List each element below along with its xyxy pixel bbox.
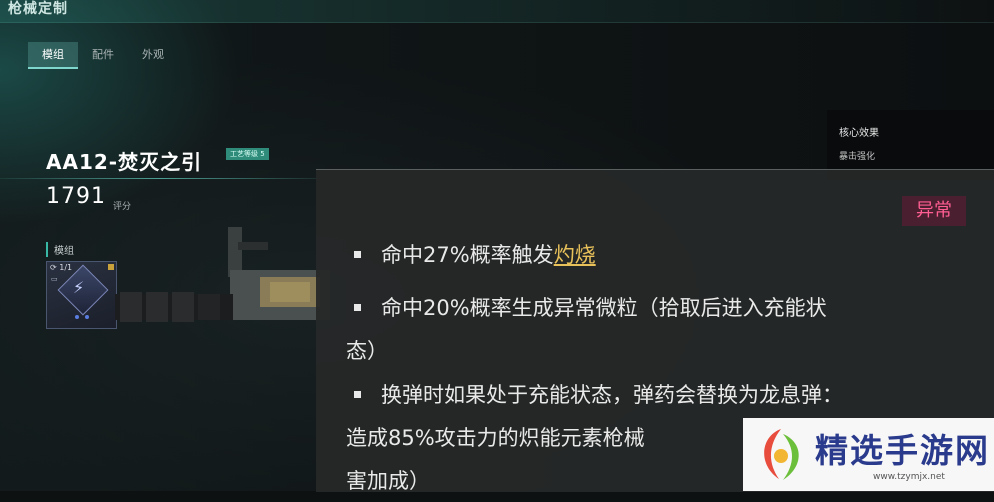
weapon-score: 1791 xyxy=(46,184,106,209)
effect-text: 命中20%概率生成异常微粒（拾取后进入充能状 xyxy=(381,296,827,320)
tab-bar: 模组 配件 外观 xyxy=(28,42,178,69)
watermark: 精选手游网 www.tzymjx.net xyxy=(743,418,994,491)
mod-count-value: 1/1 xyxy=(59,263,73,272)
bullet-icon xyxy=(354,251,361,258)
effect-text: 命中27%概率触发 xyxy=(381,243,554,267)
watermark-url: www.tzymjx.net xyxy=(873,472,945,482)
mod-slot-card[interactable]: ⟳ 1/1 ▭ ⚡ xyxy=(46,261,117,329)
anomaly-tag: 异常 xyxy=(902,196,966,226)
craft-level-badge: 工艺等级 5 xyxy=(226,148,269,160)
divider xyxy=(0,178,320,179)
bullet-icon xyxy=(354,391,361,398)
burn-keyword[interactable]: 灼烧 xyxy=(554,243,596,267)
tab-appearance[interactable]: 外观 xyxy=(128,42,178,67)
lightning-figure-icon: ⚡ xyxy=(73,278,85,297)
tab-mods[interactable]: 模组 xyxy=(28,42,78,69)
effect-line: 命中20%概率生成异常微粒（拾取后进入充能状 xyxy=(346,287,827,329)
mod-section-label: 模组 xyxy=(46,242,74,257)
effect-line: 换弹时如果处于充能状态，弹药会替换为龙息弹： xyxy=(346,374,843,416)
core-effect-title: 核心效果 xyxy=(839,128,879,139)
score-label: 评分 xyxy=(113,202,132,212)
watermark-text: 精选手游网 xyxy=(815,431,990,470)
effect-text: 换弹时如果处于充能状态，弹药会替换为龙息弹： xyxy=(381,383,843,407)
page-title: 枪械定制 xyxy=(8,1,68,17)
effect-line-continued: 造成85%攻击力的炽能元素枪械 xyxy=(346,426,645,450)
watermark-logo-icon xyxy=(764,429,799,480)
weapon-name: AA12-焚灭之引 xyxy=(46,150,203,174)
tab-attachments[interactable]: 配件 xyxy=(78,42,128,67)
lock-icon: ▭ xyxy=(51,275,58,283)
effect-line: 命中27%概率触发灼烧 xyxy=(346,234,596,276)
mod-level-dots xyxy=(75,315,89,319)
mod-slot-count: ⟳ 1/1 xyxy=(50,263,73,272)
top-bar: 枪械定制 xyxy=(0,0,994,23)
bullet-icon xyxy=(354,304,361,311)
weapon-render xyxy=(115,227,330,322)
core-effect-item: 暴击强化 xyxy=(839,152,876,162)
effect-line-continued: 害加成） xyxy=(346,469,430,493)
effect-line-continued: 态） xyxy=(346,339,388,363)
